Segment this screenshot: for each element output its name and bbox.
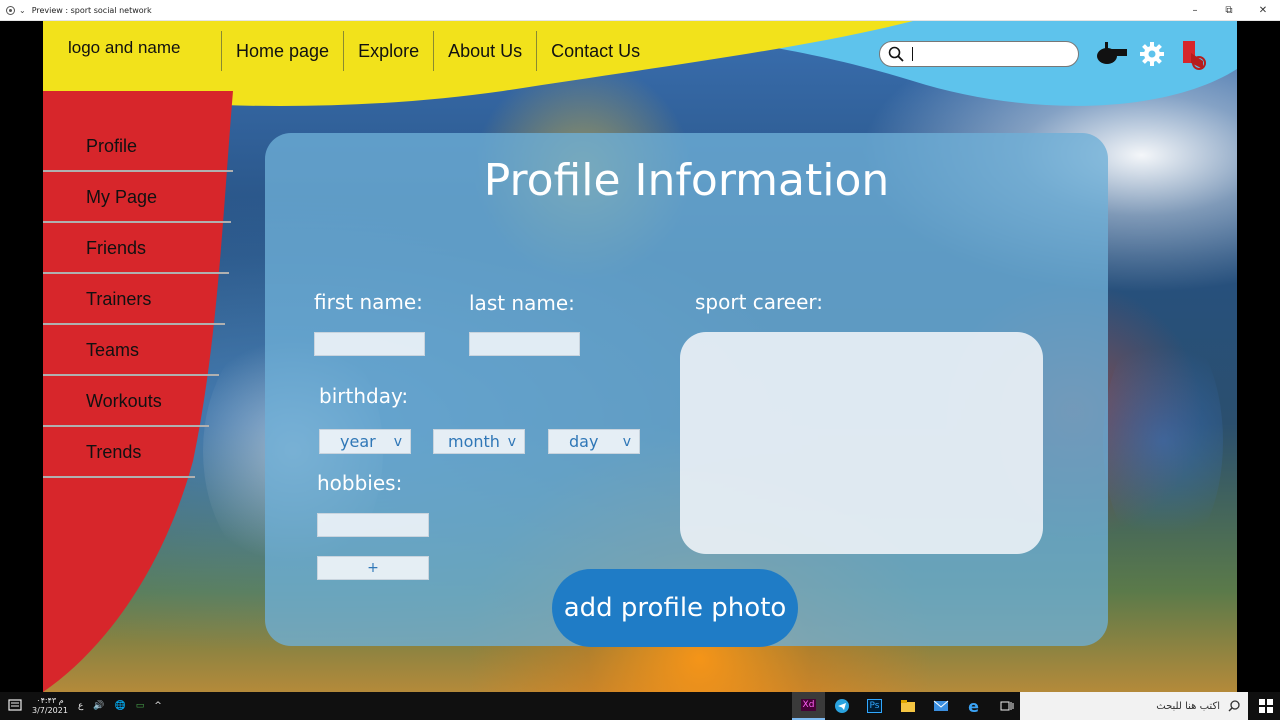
sidebar-item-trainers[interactable]: Trainers xyxy=(43,275,225,325)
search-input[interactable] xyxy=(879,41,1079,67)
background-athlete xyxy=(1103,321,1223,561)
file-explorer-icon xyxy=(900,700,915,712)
gear-icon[interactable] xyxy=(1139,41,1165,67)
month-select-value: month xyxy=(448,432,500,451)
notification-icon[interactable] xyxy=(8,699,22,713)
window-system-icons: ⌄ xyxy=(6,5,26,15)
telegram-icon xyxy=(834,699,849,713)
sidebar-item-workouts[interactable]: Workouts xyxy=(43,377,209,427)
battery-icon[interactable]: ▭ xyxy=(136,701,145,711)
taskbar: ۰۴:۴۳ م 3/7/2021 ع 🔊 🌐 ▭ ^ Xd Ps e اكتب … xyxy=(0,692,1280,720)
taskbar-search-placeholder: اكتب هنا للبحث xyxy=(1156,700,1220,712)
start-button[interactable] xyxy=(1252,692,1280,720)
window-title: Preview : sport social network xyxy=(31,5,152,15)
mail-icon xyxy=(933,700,948,711)
sidebar-item-trends[interactable]: Trends xyxy=(43,428,195,478)
window-titlebar: ⌄ Preview : sport social network – ⧉ ✕ xyxy=(0,0,1280,21)
chevron-down-icon: v xyxy=(622,433,631,450)
telegram-app-button[interactable] xyxy=(825,692,858,720)
app-canvas: logo and name Home page Explore About Us… xyxy=(43,21,1237,692)
xd-app-label: Xd xyxy=(800,699,817,711)
restore-button[interactable]: ⧉ xyxy=(1212,0,1246,21)
sport-career-label: sport career: xyxy=(695,290,824,314)
photoshop-app-label: Ps xyxy=(866,699,883,713)
taskbar-apps: Xd Ps e xyxy=(792,692,1023,720)
chevron-down-icon: v xyxy=(507,433,516,450)
task-view-icon xyxy=(1000,701,1013,711)
day-select-value: day xyxy=(569,432,599,451)
first-name-field[interactable] xyxy=(314,332,425,356)
last-name-field[interactable] xyxy=(469,332,580,356)
edge-icon: e xyxy=(968,696,979,716)
text-cursor xyxy=(912,47,913,61)
page-title: Profile Information xyxy=(483,155,890,206)
photoshop-app-button[interactable]: Ps xyxy=(858,692,891,720)
sidebar-item-profile[interactable]: Profile xyxy=(43,122,233,172)
sport-career-textarea[interactable] xyxy=(680,332,1043,554)
main-nav: Home page Explore About Us Contact Us xyxy=(221,31,654,71)
preview-app-icon[interactable] xyxy=(6,5,15,15)
task-view-button[interactable] xyxy=(990,692,1023,720)
birthday-label: birthday: xyxy=(319,384,409,408)
edge-app-button[interactable]: e xyxy=(957,692,990,720)
add-profile-photo-button[interactable]: add profile photo xyxy=(552,569,798,647)
add-hobby-button[interactable]: + xyxy=(317,556,429,580)
first-name-label: first name: xyxy=(314,290,423,314)
search-icon xyxy=(888,46,904,62)
window-buttons: – ⧉ ✕ xyxy=(1178,0,1280,21)
whistle-icon[interactable] xyxy=(1093,41,1129,67)
nav-explore[interactable]: Explore xyxy=(343,31,433,71)
clock[interactable]: ۰۴:۴۳ م 3/7/2021 xyxy=(32,696,68,716)
last-name-label: last name: xyxy=(469,291,575,315)
sidebar-item-friends[interactable]: Friends xyxy=(43,224,229,274)
taskbar-search-input[interactable]: اكتب هنا للبحث xyxy=(1020,692,1248,720)
hobbies-label: hobbies: xyxy=(317,471,403,495)
minimize-button[interactable]: – xyxy=(1178,0,1212,21)
day-select[interactable]: day v xyxy=(548,429,640,454)
chevron-down-icon: v xyxy=(393,433,402,450)
language-indicator[interactable]: ع xyxy=(78,701,83,711)
logo-text[interactable]: logo and name xyxy=(68,38,180,58)
nav-home-page[interactable]: Home page xyxy=(221,31,343,71)
chevron-up-icon[interactable]: ^ xyxy=(154,701,162,711)
year-select-value: year xyxy=(340,432,376,451)
clock-time: ۰۴:۴۳ م xyxy=(36,696,64,705)
month-select[interactable]: month v xyxy=(433,429,525,454)
logout-icon[interactable] xyxy=(1181,39,1207,73)
nav-contact-us[interactable]: Contact Us xyxy=(536,31,654,71)
windows-logo-icon xyxy=(1259,699,1273,713)
sidebar-item-my-page[interactable]: My Page xyxy=(43,173,231,223)
profile-panel: Profile Information first name: last nam… xyxy=(265,133,1108,647)
nav-about-us[interactable]: About Us xyxy=(433,31,536,71)
sidebar-item-teams[interactable]: Teams xyxy=(43,326,219,376)
close-button[interactable]: ✕ xyxy=(1246,0,1280,21)
xd-app-button[interactable]: Xd xyxy=(792,692,825,720)
file-explorer-app-button[interactable] xyxy=(891,692,924,720)
volume-icon[interactable]: 🔊 xyxy=(93,701,104,711)
chevron-down-icon[interactable]: ⌄ xyxy=(19,6,26,15)
search-icon xyxy=(1228,700,1240,712)
hobby-field[interactable] xyxy=(317,513,429,537)
mail-app-button[interactable] xyxy=(924,692,957,720)
clock-date: 3/7/2021 xyxy=(32,706,68,715)
taskbar-tray: ۰۴:۴۳ م 3/7/2021 ع 🔊 🌐 ▭ ^ xyxy=(8,692,162,720)
year-select[interactable]: year v xyxy=(319,429,411,454)
network-icon[interactable]: 🌐 xyxy=(115,701,126,711)
